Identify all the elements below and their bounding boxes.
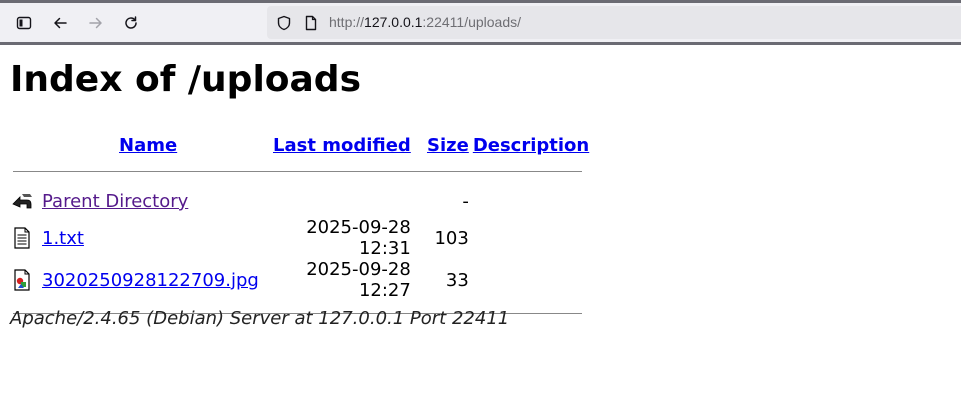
directory-listing-table: Name Last modified Size Description Pare… [10, 125, 589, 314]
url-scheme: http:// [329, 14, 365, 30]
last-modified-column-header: Last modified [259, 125, 411, 165]
file-link[interactable]: 1.txt [42, 228, 84, 249]
page-icon[interactable] [303, 15, 319, 31]
size-cell: 33 [445, 269, 469, 291]
modified-cell [259, 186, 411, 217]
icon-cell [10, 186, 40, 217]
name-cell: 1.txt [40, 217, 259, 259]
image-file-icon [14, 269, 30, 291]
modified-cell: 2025-09-28 12:31 [306, 217, 411, 259]
forward-arrow-icon [89, 17, 102, 29]
sidebar-toggle-button[interactable] [10, 9, 38, 37]
table-row: 1.txt 2025-09-28 12:31 103 [10, 217, 589, 259]
table-row: 3020250928122709.jpg 2025-09-28 12:27 33 [10, 259, 589, 301]
browser-toolbar: http://127.0.0.1:22411/uploads/ [0, 0, 961, 45]
back-arrow-icon [54, 17, 67, 29]
server-signature: Apache/2.4.65 (Debian) Server at 127.0.0… [10, 308, 510, 329]
sidebar-icon [16, 16, 32, 30]
url-bar[interactable]: http://127.0.0.1:22411/uploads/ [267, 6, 961, 39]
parent-directory-link[interactable]: Parent Directory [42, 191, 188, 212]
description-cell [469, 217, 589, 259]
reload-button[interactable] [117, 9, 145, 37]
top-divider [13, 171, 582, 172]
page-title: Index of /uploads [10, 59, 361, 100]
sort-by-modified-link[interactable]: Last modified [273, 135, 411, 156]
name-column-header: Name [40, 125, 259, 165]
url-path: :22411/uploads/ [422, 14, 522, 30]
url-host: 127.0.0.1 [364, 14, 423, 30]
forward-button[interactable] [82, 9, 110, 37]
file-link[interactable]: 3020250928122709.jpg [42, 270, 259, 291]
icon-column-header [10, 125, 40, 165]
header-row: Name Last modified Size Description [10, 125, 589, 165]
name-cell: Parent Directory [40, 186, 259, 217]
icon-cell [10, 217, 40, 259]
sort-by-name-link[interactable]: Name [119, 135, 177, 156]
back-folder-icon [12, 193, 32, 208]
icon-cell [10, 259, 40, 301]
size-cell: - [462, 191, 469, 212]
description-cell [469, 186, 589, 217]
table-row: Parent Directory - [10, 186, 589, 217]
sort-by-description-link[interactable]: Description [473, 135, 589, 156]
size-cell: 103 [434, 227, 469, 249]
modified-cell: 2025-09-28 12:27 [306, 259, 411, 301]
description-column-header: Description [469, 125, 589, 165]
page-content: Index of /uploads Name Last modified Siz… [10, 42, 950, 329]
description-cell [469, 259, 589, 301]
size-column-header: Size [411, 125, 469, 165]
text-file-icon [14, 227, 30, 249]
divider-row [10, 165, 589, 186]
url-text[interactable]: http://127.0.0.1:22411/uploads/ [329, 13, 521, 31]
name-cell: 3020250928122709.jpg [40, 259, 259, 301]
sort-by-size-link[interactable]: Size [427, 135, 469, 156]
back-button[interactable] [46, 9, 74, 37]
reload-icon [125, 16, 137, 29]
shield-icon[interactable] [276, 15, 292, 31]
